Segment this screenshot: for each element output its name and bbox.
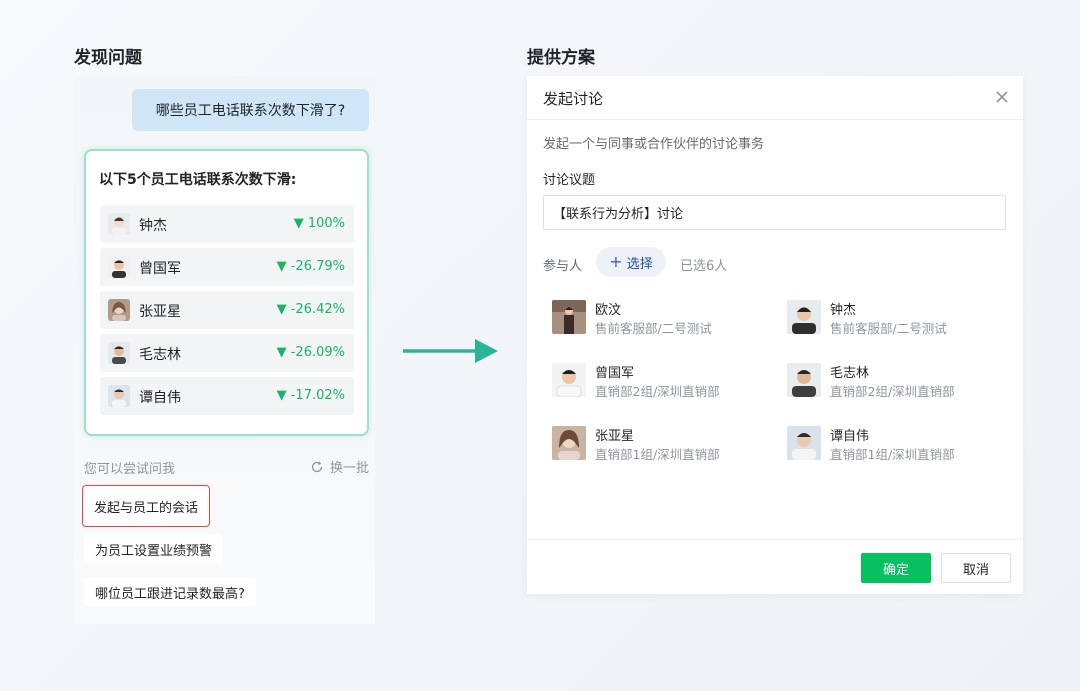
employee-row[interactable]: 钟杰 ▼ 100% <box>100 205 354 243</box>
participant-name: 张亚星 <box>595 429 635 444</box>
refresh-label: 换一批 <box>329 461 369 476</box>
section-title-problem: 发现问题 <box>74 48 142 68</box>
employee-row[interactable]: 谭自伟 ▼ -17.02% <box>100 377 354 415</box>
participant-name: 曾国军 <box>595 366 635 381</box>
refresh-icon <box>311 460 323 472</box>
employee-name: 谭自伟 <box>139 390 181 406</box>
employee-row[interactable]: 毛志林 ▼ -26.09% <box>100 334 354 372</box>
avatar <box>552 363 586 397</box>
avatar <box>108 385 130 407</box>
selected-count: 已选6人 <box>680 259 728 274</box>
participant-item[interactable]: 毛志林 直销部2组/深圳直销部 <box>787 361 1007 401</box>
suggestion-set-alert[interactable]: 为员工设置业绩预警 <box>84 534 224 564</box>
employee-row[interactable]: 张亚星 ▼ -26.42% <box>100 291 354 329</box>
change-value: ▼ -26.79% <box>276 259 345 274</box>
right-arrow-icon <box>403 339 498 363</box>
participant-item[interactable]: 钟杰 售前客服部/二号测试 <box>787 298 1007 338</box>
change-value: ▼ 100% <box>293 216 345 231</box>
close-icon[interactable] <box>994 89 1010 105</box>
participant-dept: 售前客服部/二号测试 <box>595 321 712 336</box>
assistant-chat-panel: 哪些员工电话联系次数下滑了? 以下5个员工电话联系次数下滑: 钟杰 ▼ 100%… <box>74 76 375 624</box>
refresh-button[interactable]: 换一批 <box>310 457 369 476</box>
topic-label: 讨论议题 <box>543 173 596 188</box>
avatar <box>787 300 821 334</box>
dialog-header: 发起讨论 <box>527 76 1023 120</box>
suggestion-label: 您可以尝试问我 <box>84 462 176 477</box>
employee-row[interactable]: 曾国军 ▼ -26.79% <box>100 248 354 286</box>
participant-dept: 直销部1组/深圳直销部 <box>830 447 955 462</box>
avatar <box>108 299 130 321</box>
select-participants-button[interactable]: + 选择 <box>596 247 666 277</box>
employee-name: 毛志林 <box>139 347 181 363</box>
start-discussion-dialog: 发起讨论 发起一个与同事或合作伙伴的讨论事务 讨论议题 参与人 + 选择 已选6… <box>527 76 1023 594</box>
participant-item[interactable]: 张亚星 直销部1组/深圳直销部 <box>552 424 772 464</box>
confirm-button[interactable]: 确定 <box>861 553 931 583</box>
avatar <box>552 300 586 334</box>
select-label: 选择 <box>626 256 653 272</box>
dialog-title: 发起讨论 <box>543 90 604 108</box>
avatar <box>787 363 821 397</box>
participant-item[interactable]: 曾国军 直销部2组/深圳直销部 <box>552 361 772 401</box>
avatar <box>787 426 821 460</box>
participant-dept: 售前客服部/二号测试 <box>830 321 947 336</box>
change-value: ▼ -26.42% <box>276 302 345 317</box>
dialog-description: 发起一个与同事或合作伙伴的讨论事务 <box>543 137 765 152</box>
question-bubble: 哪些员工电话联系次数下滑了? <box>132 89 369 131</box>
avatar <box>108 256 130 278</box>
participant-name: 谭自伟 <box>830 429 870 444</box>
participants-label: 参与人 <box>543 259 583 274</box>
cancel-button[interactable]: 取消 <box>941 553 1011 583</box>
participant-name: 毛志林 <box>830 366 870 381</box>
plus-icon: + <box>609 252 623 271</box>
result-title: 以下5个员工电话联系次数下滑: <box>99 172 297 188</box>
participant-item[interactable]: 欧汶 售前客服部/二号测试 <box>552 298 772 338</box>
participant-dept: 直销部2组/深圳直销部 <box>595 384 720 399</box>
avatar <box>108 342 130 364</box>
employee-name: 曾国军 <box>139 261 181 277</box>
change-value: ▼ -26.09% <box>276 345 345 360</box>
change-value: ▼ -17.02% <box>276 388 345 403</box>
employee-name: 张亚星 <box>139 304 181 320</box>
participant-item[interactable]: 谭自伟 直销部1组/深圳直销部 <box>787 424 1007 464</box>
suggestion-top-follow-up[interactable]: 哪位员工跟进记录数最高? <box>84 577 256 607</box>
participant-name: 欧汶 <box>595 303 622 318</box>
dialog-footer: 确定 取消 <box>527 539 1023 594</box>
participant-dept: 直销部1组/深圳直销部 <box>595 447 720 462</box>
section-title-solution: 提供方案 <box>527 48 595 68</box>
avatar <box>108 213 130 235</box>
topic-input[interactable] <box>543 195 1006 230</box>
participant-name: 钟杰 <box>830 303 857 318</box>
participant-dept: 直销部2组/深圳直销部 <box>830 384 955 399</box>
result-card: 以下5个员工电话联系次数下滑: 钟杰 ▼ 100% 曾国军 ▼ -26.79% … <box>84 149 369 436</box>
suggestion-start-conversation[interactable]: 发起与员工的会话 <box>82 485 211 527</box>
avatar <box>552 426 586 460</box>
employee-name: 钟杰 <box>139 218 167 234</box>
